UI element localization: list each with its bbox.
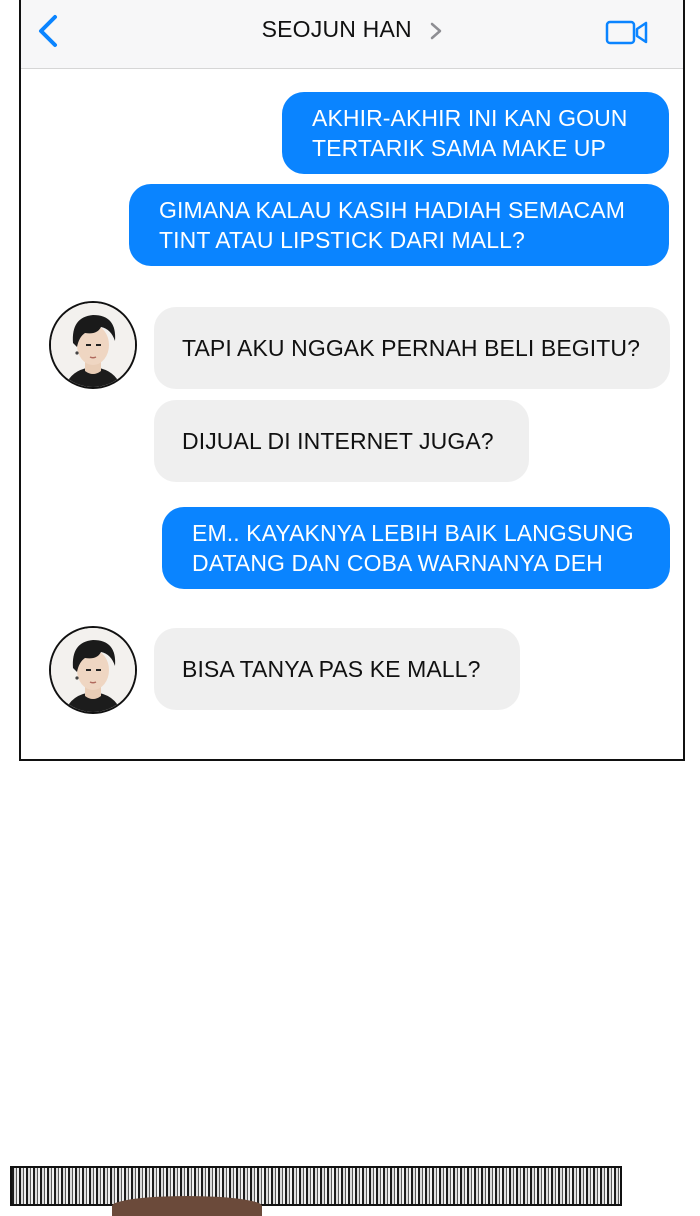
message-line: TAPI AKU NGGAK PERNAH BELI BEGITU? <box>182 335 640 361</box>
contact-avatar[interactable] <box>49 301 137 389</box>
message-line: GIMANA KALAU KASIH HADIAH SEMACAM <box>159 197 625 223</box>
next-comic-panel <box>10 1166 622 1216</box>
received-message[interactable]: DIJUAL DI INTERNET JUGA? <box>154 400 529 482</box>
sent-message[interactable]: GIMANA KALAU KASIH HADIAH SEMACAM TINT A… <box>129 184 669 266</box>
contact-name-button[interactable]: SEOJUN HAN <box>21 16 683 43</box>
sent-message[interactable]: AKHIR-AKHIR INI KAN GOUN TERTARIK SAMA M… <box>282 92 669 174</box>
received-message[interactable]: TAPI AKU NGGAK PERNAH BELI BEGITU? <box>154 307 670 389</box>
message-line: DIJUAL DI INTERNET JUGA? <box>182 428 494 454</box>
phone-screen: SEOJUN HAN AKHIR-AKHIR INI KAN GOUN TERT… <box>19 0 685 761</box>
chevron-right-icon <box>431 22 442 40</box>
sent-message[interactable]: EM.. KAYAKNYA LEBIH BAIK LANGSUNG DATANG… <box>162 507 670 589</box>
contact-avatar[interactable] <box>49 626 137 714</box>
received-message[interactable]: BISA TANYA PAS KE MALL? <box>154 628 520 710</box>
message-line: AKHIR-AKHIR INI KAN GOUN <box>312 105 628 131</box>
contact-name: SEOJUN HAN <box>261 16 412 42</box>
message-line: BISA TANYA PAS KE MALL? <box>182 656 481 682</box>
video-camera-icon[interactable] <box>605 20 649 46</box>
avatar-portrait <box>51 628 135 712</box>
message-line: DATANG DAN COBA WARNANYA DEH <box>192 550 603 576</box>
avatar-portrait <box>51 303 135 387</box>
message-line: EM.. KAYAKNYA LEBIH BAIK LANGSUNG <box>192 520 634 546</box>
panel-figure <box>112 1196 262 1216</box>
chat-header: SEOJUN HAN <box>21 0 683 69</box>
message-line: TINT ATAU LIPSTICK DARI MALL? <box>159 227 525 253</box>
message-line: TERTARIK SAMA MAKE UP <box>312 135 606 161</box>
